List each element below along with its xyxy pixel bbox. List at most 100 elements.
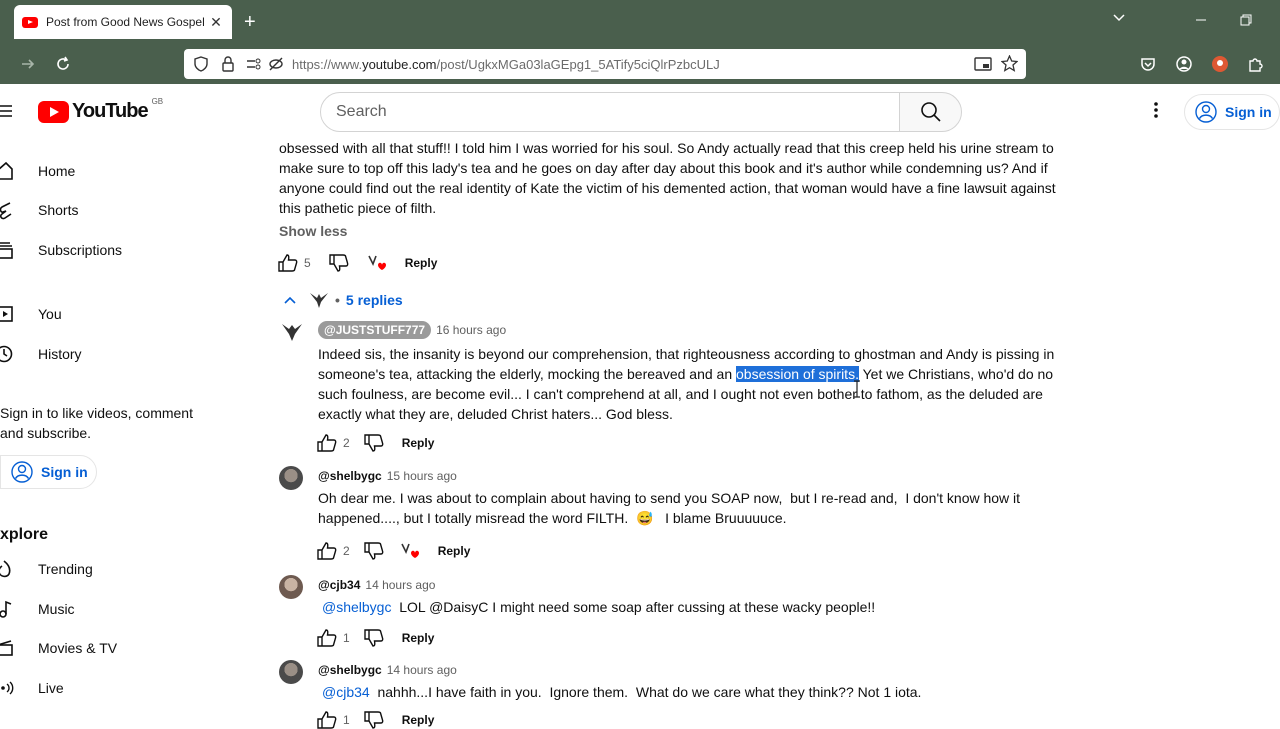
bullet: • (335, 292, 340, 308)
dislike-thumb-icon[interactable] (328, 254, 349, 272)
youtube-logo-text: YouTube (72, 100, 149, 122)
minimize-icon[interactable] (1195, 14, 1207, 26)
sidebar-signin-prompt: Sign in to like videos, comment and subs… (0, 405, 193, 441)
shield-icon[interactable] (193, 56, 209, 72)
sidebar-item-history[interactable]: History (0, 334, 230, 374)
live-icon (0, 678, 38, 698)
reply-actions: 1 Reply (317, 711, 434, 729)
author-name[interactable]: @cjb34 (318, 578, 360, 592)
dislike-thumb-icon[interactable] (363, 711, 384, 729)
home-icon (0, 161, 38, 181)
timestamp[interactable]: 14 hours ago (387, 663, 457, 677)
extensions-puzzle-icon[interactable] (1247, 56, 1263, 72)
duckduckgo-extension-icon[interactable] (1211, 55, 1229, 73)
mention-link[interactable]: @shelbygc (322, 599, 391, 615)
timestamp[interactable]: 14 hours ago (365, 578, 435, 592)
bookmark-star-icon[interactable] (1001, 55, 1018, 72)
movies-icon (0, 638, 38, 658)
avatar[interactable] (279, 575, 303, 599)
lock-icon[interactable] (221, 56, 235, 72)
header-sign-in-button[interactable]: Sign in (1184, 94, 1280, 130)
like-thumb-icon[interactable] (278, 254, 298, 272)
account-icon[interactable] (1176, 56, 1192, 72)
picture-in-picture-icon[interactable] (974, 56, 992, 72)
dislike-thumb-icon[interactable] (363, 542, 384, 560)
tab-list-chevron-icon[interactable] (1112, 10, 1126, 24)
like-thumb-icon[interactable] (317, 711, 337, 729)
search-button[interactable] (899, 92, 962, 132)
author-name[interactable]: @shelbygc (318, 663, 382, 677)
show-less-button[interactable]: Show less (279, 223, 347, 239)
restore-icon[interactable] (1240, 14, 1252, 26)
user-circle-icon (11, 461, 33, 483)
sidebar-sign-in-label: Sign in (41, 464, 88, 480)
timestamp[interactable]: 15 hours ago (387, 469, 457, 483)
reply-actions: 2 Reply (317, 542, 470, 560)
reply-header: @cjb34 14 hours ago (318, 578, 435, 592)
tracking-blocked-icon[interactable] (268, 56, 284, 72)
dislike-thumb-icon[interactable] (363, 629, 384, 647)
pocket-icon[interactable] (1140, 56, 1156, 72)
guide-menu-icon[interactable] (0, 104, 14, 118)
explore-heading: xplore (0, 526, 49, 543)
reply-button[interactable]: Reply (402, 713, 435, 727)
reload-icon[interactable] (55, 56, 71, 72)
browser-tab[interactable]: Post from Good News Gospel II ✕ (14, 5, 232, 39)
search-input[interactable]: Search (320, 92, 900, 132)
sidebar-item-music[interactable]: Music (0, 589, 230, 629)
reply-line: such foulness, are become evil... I can'… (318, 386, 1043, 402)
reply-button[interactable]: Reply (405, 256, 438, 270)
tab-close-icon[interactable]: ✕ (208, 14, 224, 31)
like-thumb-icon[interactable] (317, 629, 337, 647)
creator-heart-icon (400, 542, 420, 560)
mention-link[interactable]: @cjb34 (322, 684, 370, 700)
reply-text: Oh dear me. I was about to complain abou… (318, 488, 1078, 528)
avatar[interactable] (281, 321, 303, 343)
reply-header: @shelbygc 15 hours ago (318, 469, 457, 483)
comment-text: obsessed with all that stuff!! I told hi… (279, 138, 1079, 218)
sidebar-item-you[interactable]: You (0, 294, 230, 334)
sidebar-item-shorts[interactable]: Shorts (0, 190, 230, 230)
reply-header: @shelbygc 14 hours ago (318, 663, 457, 677)
avatar[interactable] (279, 660, 303, 684)
replies-toggle[interactable]: • 5 replies (283, 290, 403, 310)
browser-nav-bar: https://www.youtube.com/post/UgkxMGa03la… (0, 44, 1280, 84)
author-name[interactable]: @shelbygc (318, 469, 382, 483)
creator-heart-icon (367, 254, 387, 272)
reply-button[interactable]: Reply (402, 631, 435, 645)
url-text[interactable]: https://www.youtube.com/post/UgkxMGa03la… (292, 57, 720, 72)
permissions-icon[interactable] (246, 56, 264, 72)
author-chip[interactable]: @JUSTSTUFF777 (318, 321, 432, 339)
sidebar-item-subscriptions[interactable]: Subscriptions (0, 230, 230, 270)
address-bar[interactable]: https://www.youtube.com/post/UgkxMGa03la… (184, 49, 1026, 79)
history-icon (0, 344, 38, 364)
tab-title: Post from Good News Gospel II (46, 15, 208, 29)
youtube-logo[interactable]: YouTube GB (38, 97, 164, 123)
sidebar-item-trending[interactable]: Trending (0, 549, 230, 589)
like-thumb-icon[interactable] (317, 542, 337, 560)
settings-kebab-icon[interactable] (1149, 100, 1163, 120)
reply-button[interactable]: Reply (438, 544, 471, 558)
sidebar-item-home[interactable]: Home (0, 151, 230, 191)
new-tab-button[interactable]: + (244, 11, 256, 34)
avatar[interactable] (279, 466, 303, 490)
sidebar-item-live[interactable]: Live (0, 668, 230, 708)
reply-line: happened...., but I totally misread the … (318, 510, 787, 526)
timestamp[interactable]: 16 hours ago (436, 323, 506, 337)
forward-icon[interactable] (20, 56, 36, 72)
search-icon (920, 101, 942, 123)
creator-avatar (309, 290, 329, 310)
reply-button[interactable]: Reply (402, 436, 435, 450)
like-count: 1 (343, 713, 350, 727)
sidebar-sign-in-button[interactable]: Sign in (0, 455, 97, 489)
reply-text: @shelbygc LOL @DaisyC I might need some … (322, 599, 876, 615)
sidebar-item-movies-tv[interactable]: Movies & TV (0, 628, 230, 668)
replies-count: 5 replies (345, 292, 403, 308)
region-code: GB (151, 97, 164, 106)
reply-line: Oh dear me. I was about to complain abou… (318, 490, 1021, 506)
reply-text: Indeed sis, the insanity is beyond our c… (318, 344, 1078, 424)
dislike-thumb-icon[interactable] (363, 434, 384, 452)
like-count: 2 (343, 544, 350, 558)
reply-line: someone's tea, attacking the elderly, mo… (318, 366, 1054, 382)
like-thumb-icon[interactable] (317, 434, 337, 452)
